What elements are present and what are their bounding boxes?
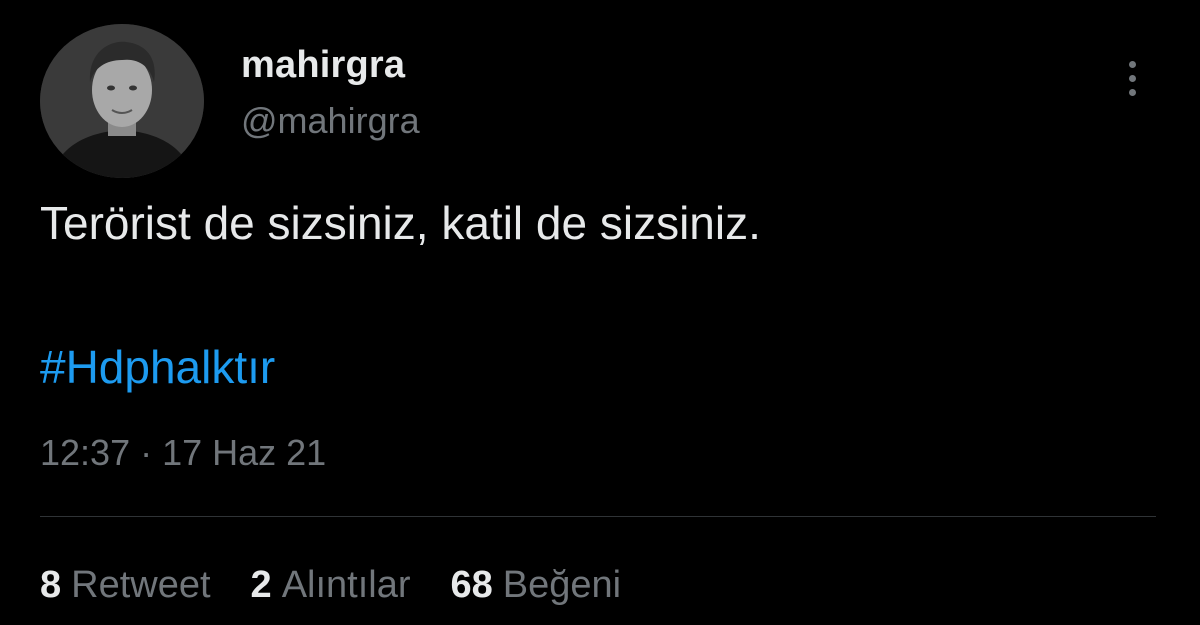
tweet-timestamp[interactable]: 12:37 · 17 Haz 21 (40, 432, 326, 474)
divider (40, 516, 1156, 517)
profile-photo-icon (40, 24, 204, 178)
quotes-stat[interactable]: 2 Alıntılar (251, 564, 411, 607)
tweet-card: mahirgra @mahirgra Terörist de sizsiniz,… (0, 0, 1200, 625)
likes-stat[interactable]: 68 Beğeni (451, 564, 622, 607)
likes-count: 68 (450, 564, 493, 606)
quotes-label: Alıntılar (281, 564, 411, 606)
more-options-button[interactable] (1112, 52, 1152, 104)
more-vertical-icon-dot (1128, 74, 1136, 82)
display-name[interactable]: mahirgra (241, 44, 405, 87)
hashtag-link[interactable]: #Hdphalktır (40, 340, 275, 394)
quotes-count: 2 (250, 564, 272, 606)
retweets-label: Retweet (71, 564, 211, 606)
tweet-text: Terörist de sizsiniz, katil de sizsiniz. (40, 197, 761, 249)
tweet-stats: 8 Retweet 2 Alıntılar 68 Beğeni (40, 564, 621, 607)
likes-label: Beğeni (502, 564, 622, 606)
more-vertical-icon (1128, 60, 1136, 68)
avatar[interactable] (40, 24, 204, 178)
retweets-count: 8 (40, 564, 62, 606)
retweets-stat[interactable]: 8 Retweet (40, 564, 211, 607)
more-vertical-icon-dot (1128, 88, 1136, 96)
user-handle[interactable]: @mahirgra (241, 100, 420, 142)
